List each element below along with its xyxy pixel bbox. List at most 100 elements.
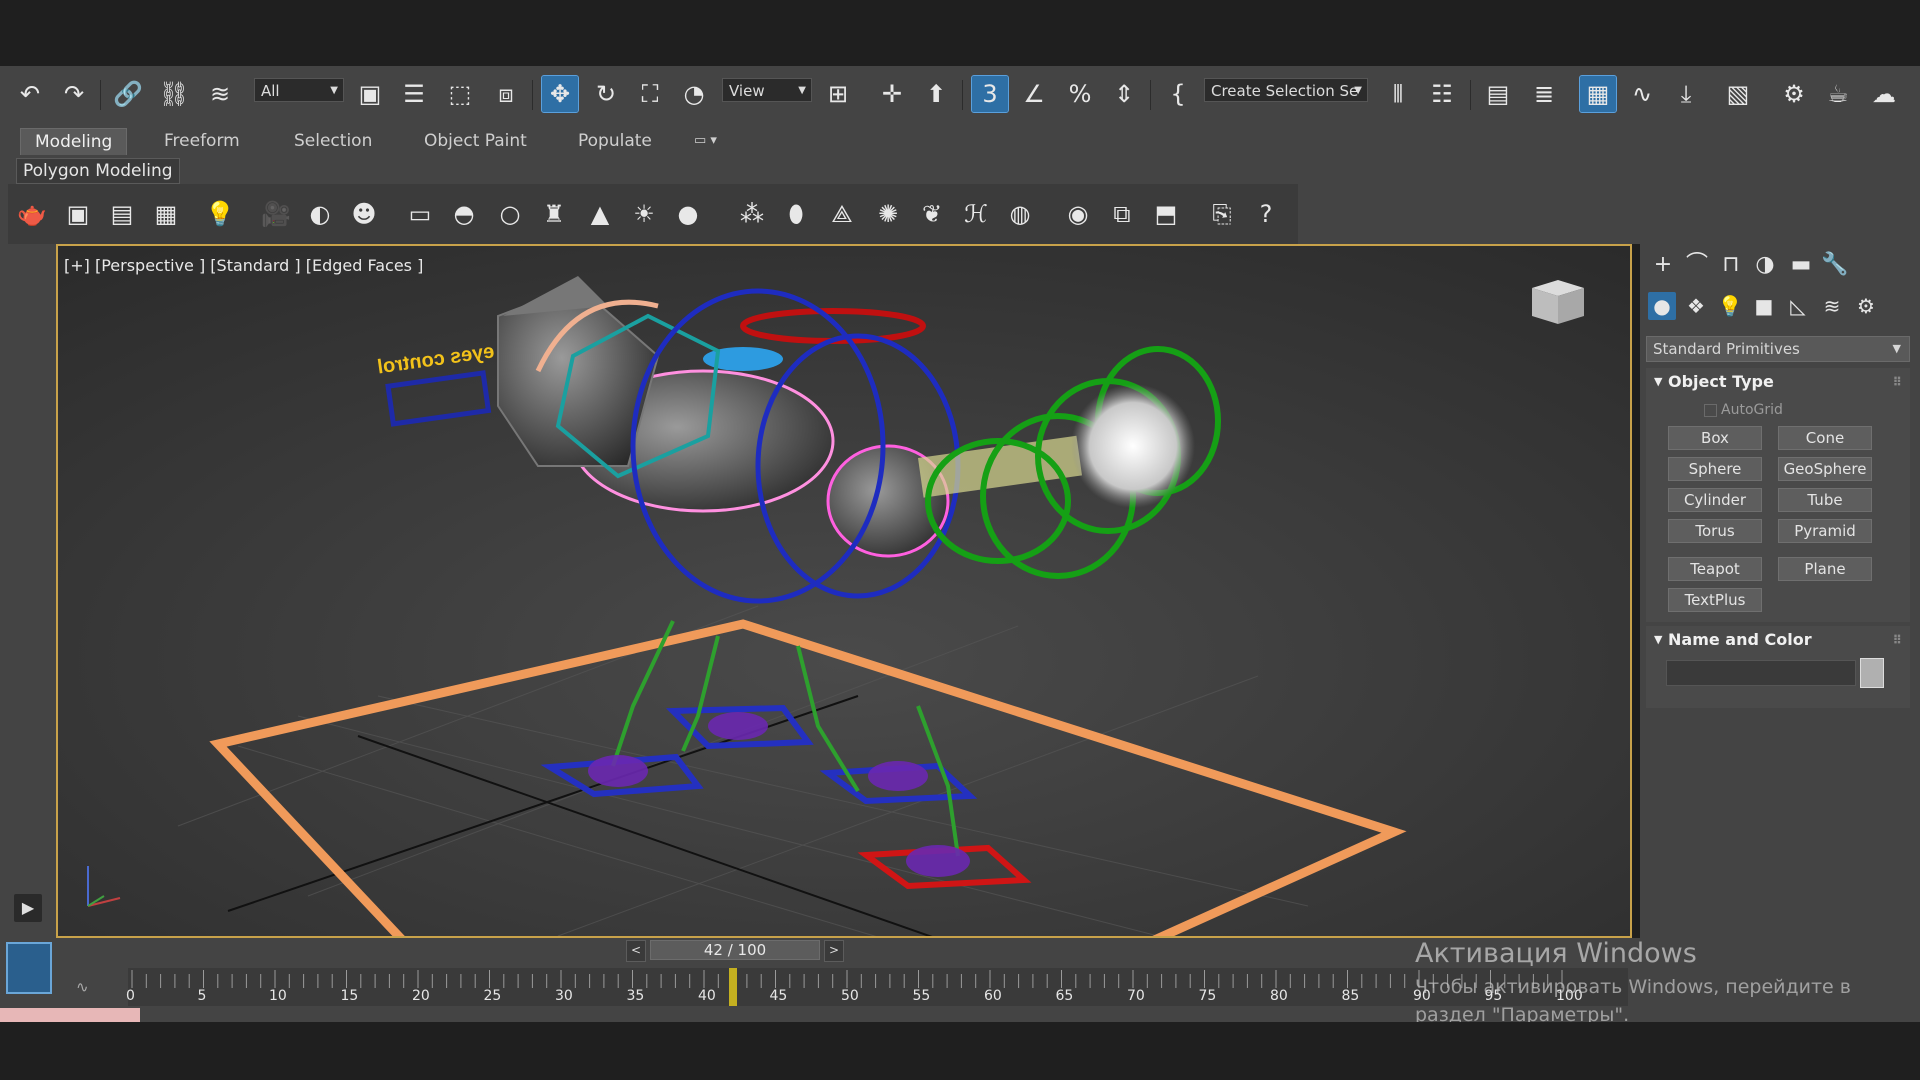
box-button[interactable]: Box	[1668, 426, 1762, 450]
helmet-icon[interactable]: ◐	[302, 196, 338, 232]
render-setup-icon[interactable]: ⚙	[1776, 76, 1812, 112]
layer-explorer-icon[interactable]: ▤	[1480, 76, 1516, 112]
rendered-frame-icon[interactable]: ☕	[1820, 76, 1856, 112]
motion-tab-icon[interactable]: ◑	[1750, 250, 1780, 280]
window-crossing-icon[interactable]: ⧈	[488, 76, 524, 112]
object-type-header[interactable]: ▼ Object Type ⠿	[1646, 368, 1910, 396]
sphere-icon[interactable]: ○	[492, 196, 528, 232]
hair-fur-icon[interactable]: ℋ	[958, 196, 994, 232]
frame-counter[interactable]: 42 / 100	[650, 940, 820, 960]
schematic-icon[interactable]: ⤓	[1668, 76, 1704, 112]
edit-named-selection-icon[interactable]: {	[1160, 76, 1196, 112]
curve-icon[interactable]: ∿	[76, 978, 89, 996]
pyramid-button[interactable]: Pyramid	[1778, 519, 1872, 543]
image-swap-icon[interactable]: ⧉	[1104, 196, 1140, 232]
manipulate-icon[interactable]: ✛	[874, 76, 910, 112]
ribbon-options-icon[interactable]: ▭ ▾	[680, 128, 731, 154]
angle-snap-icon[interactable]: ∠	[1016, 76, 1052, 112]
select-object-icon[interactable]: ▣	[352, 76, 388, 112]
teapot-button[interactable]: Teapot	[1668, 557, 1762, 581]
spacewarps-icon[interactable]: ≋	[1818, 292, 1846, 320]
next-frame-button[interactable]: >	[824, 940, 844, 962]
cylinder-button[interactable]: Cylinder	[1668, 488, 1762, 512]
helpers-icon[interactable]: ◺	[1784, 292, 1812, 320]
tab-selection[interactable]: Selection	[280, 128, 386, 154]
table-icon[interactable]: ▦	[148, 196, 184, 232]
name-color-header[interactable]: ▼ Name and Color ⠿	[1646, 626, 1910, 654]
autogrid-checkbox[interactable]: AutoGrid	[1704, 402, 1783, 418]
tab-freeform[interactable]: Freeform	[150, 128, 254, 154]
align-icon[interactable]: ☷	[1424, 76, 1460, 112]
basket-icon[interactable]: ♜	[536, 196, 572, 232]
viewcube[interactable]	[1528, 276, 1588, 326]
viewport-label[interactable]: [+] [Perspective ] [Standard ] [Edged Fa…	[64, 256, 423, 275]
render-icon[interactable]: ☁	[1866, 76, 1902, 112]
snap-toggle-icon[interactable]: 3	[971, 75, 1009, 113]
shapes-icon[interactable]: ❖	[1682, 292, 1710, 320]
render-frame-icon[interactable]: ▣	[60, 196, 96, 232]
capsule-icon[interactable]: ⬮	[778, 196, 814, 232]
particles-icon[interactable]: ⁂	[734, 196, 770, 232]
prev-frame-button[interactable]: <	[626, 940, 646, 962]
cameras-icon[interactable]: ■	[1750, 292, 1778, 320]
named-selection-dropdown[interactable]: Create Selection Se ▼	[1204, 78, 1368, 102]
mirror-icon[interactable]: ⫴	[1380, 76, 1416, 112]
rotate-icon[interactable]: ↻	[588, 76, 624, 112]
box-icon[interactable]: ▭	[402, 196, 438, 232]
pivot-icon[interactable]: ⊞	[820, 76, 856, 112]
redo-icon[interactable]: ↷	[56, 76, 92, 112]
systems-icon[interactable]: ⚙	[1852, 292, 1880, 320]
unlink-icon[interactable]: ⛓	[156, 76, 192, 112]
frame-icon[interactable]: ⟁	[824, 196, 860, 232]
lights-icon[interactable]: 💡	[1716, 292, 1744, 320]
selection-filter-dropdown[interactable]: All ▼	[254, 78, 344, 102]
help-icon[interactable]: ?	[1248, 196, 1284, 232]
perspective-viewport[interactable]: eyes control [+] [Perspective] [Standar…	[56, 244, 1632, 938]
scale-icon[interactable]: ⛶	[632, 76, 668, 112]
ball-icon[interactable]: ◍	[1002, 196, 1038, 232]
ref-coord-dropdown[interactable]: View ▼	[722, 78, 812, 102]
move-icon[interactable]: ✥	[541, 75, 579, 113]
link-icon[interactable]: 🔗	[110, 76, 146, 112]
spinner-snap-icon[interactable]: ⇕	[1106, 76, 1142, 112]
create-tab-icon[interactable]: +	[1648, 250, 1678, 280]
sphere-button[interactable]: Sphere	[1668, 457, 1762, 481]
gear-icon[interactable]: ✺	[870, 196, 906, 232]
ribbon-icon[interactable]: ▦	[1579, 75, 1617, 113]
select-by-name-icon[interactable]: ☰	[396, 76, 432, 112]
yellow-sphere-icon[interactable]: ●	[670, 196, 706, 232]
object-color-swatch[interactable]	[1860, 658, 1884, 688]
hierarchy-tab-icon[interactable]: ⊓	[1716, 250, 1746, 280]
export-icon[interactable]: ⎘	[1204, 196, 1240, 232]
light-list-icon[interactable]: 💡	[202, 196, 238, 232]
list-icon[interactable]: ▤	[104, 196, 140, 232]
bind-spacewarp-icon[interactable]: ≋	[202, 76, 238, 112]
geometry-icon[interactable]: ●	[1648, 292, 1676, 320]
glass-sphere-icon[interactable]: ◉	[1060, 196, 1096, 232]
torus-button[interactable]: Torus	[1668, 519, 1762, 543]
cone-icon[interactable]: ▲	[582, 196, 618, 232]
rect-region-icon[interactable]: ⬚	[442, 76, 478, 112]
dome-icon[interactable]: ◓	[446, 196, 482, 232]
camera-icon[interactable]: 🎥	[258, 196, 294, 232]
teapot-icon[interactable]: 🫖	[14, 196, 50, 232]
tail-fur-ball[interactable]	[1071, 384, 1195, 508]
percent-snap-icon[interactable]: %	[1062, 76, 1098, 112]
robot-icon[interactable]: ☻	[346, 196, 382, 232]
sun-icon[interactable]: ☀	[626, 196, 662, 232]
curve-editor-icon[interactable]: ∿	[1624, 76, 1660, 112]
keyboard-shortcut-icon[interactable]: ⬆	[918, 76, 954, 112]
time-slider-marker[interactable]	[728, 968, 737, 1006]
polygon-modeling-panel[interactable]: Polygon Modeling	[16, 158, 180, 184]
modify-tab-icon[interactable]: ⌒	[1682, 250, 1712, 280]
tab-populate[interactable]: Populate	[564, 128, 666, 154]
category-dropdown[interactable]: Standard Primitives ▼	[1646, 336, 1910, 362]
plant-icon[interactable]: ❦	[914, 196, 950, 232]
select-region-icon[interactable]: ⬒	[1148, 196, 1184, 232]
play-icon[interactable]: ▶	[14, 894, 42, 922]
plane-button[interactable]: Plane	[1778, 557, 1872, 581]
display-tab-icon[interactable]: ▬	[1786, 250, 1816, 280]
tube-button[interactable]: Tube	[1778, 488, 1872, 512]
cone-button[interactable]: Cone	[1778, 426, 1872, 450]
tab-modeling[interactable]: Modeling	[20, 128, 128, 155]
